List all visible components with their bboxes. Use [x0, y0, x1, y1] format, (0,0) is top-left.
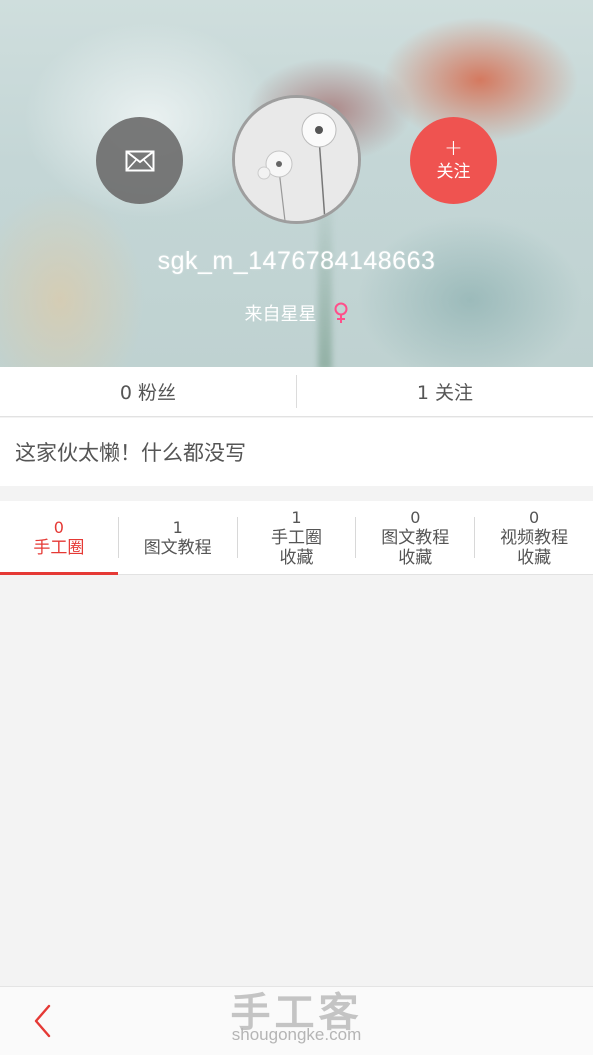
tab-label: 视频教程: [500, 527, 569, 548]
tab-handicraft-circle[interactable]: 0 手工圈: [0, 501, 118, 575]
location-text: 来自星星: [244, 304, 317, 325]
follow-button[interactable]: + 关注: [410, 117, 497, 204]
avatar[interactable]: [232, 95, 361, 224]
content-tabs: 0 手工圈 1 图文教程 1 手工圈 收藏 0 图文教程 收藏 0 视频教程 收…: [0, 501, 593, 575]
tab-label: 手工圈: [270, 527, 322, 548]
bottom-bar: 手工客 shougongke.com: [0, 986, 593, 1055]
tab-label-line2: 收藏: [279, 547, 314, 568]
tab-count: 0: [410, 507, 421, 527]
tab-video-tutorial-favorites[interactable]: 0 视频教程 收藏: [475, 501, 593, 574]
profile-header: + 关注 sgk_m_1476784148663 来自星星: [0, 0, 593, 367]
dandelion-avatar-image: [235, 98, 358, 221]
tab-label: 手工圈: [33, 537, 85, 558]
female-icon: [334, 302, 347, 323]
following-count[interactable]: 1 关注: [297, 367, 593, 416]
fans-count[interactable]: 0 粉丝: [0, 367, 296, 416]
tab-count: 0: [528, 507, 540, 527]
watermark-domain: shougongke.com: [231, 1025, 362, 1044]
plus-icon: +: [444, 135, 463, 161]
location-row: 来自星星: [0, 300, 593, 326]
tab-label-line2: 收藏: [398, 547, 433, 568]
username: sgk_m_1476784148663: [157, 247, 436, 275]
tab-count: 1: [291, 507, 302, 527]
tab-count: 0: [53, 517, 64, 537]
message-button[interactable]: [96, 117, 183, 204]
tab-handicraft-circle-favorites[interactable]: 1 手工圈 收藏: [238, 501, 356, 574]
tab-label-line2: 收藏: [517, 547, 552, 568]
envelope-icon: [125, 150, 154, 171]
tab-graphic-tutorial-favorites[interactable]: 0 图文教程 收藏: [356, 501, 474, 574]
bio-text: 这家伙太懒！什么都没写: [0, 418, 593, 486]
tab-count: 1: [172, 517, 183, 537]
stats-bar: 0 粉丝 1 关注: [0, 367, 593, 417]
tab-label: 图文教程: [143, 537, 212, 558]
tab-label: 图文教程: [381, 527, 450, 548]
follow-label: 关注: [436, 161, 471, 182]
tab-graphic-tutorials[interactable]: 1 图文教程: [119, 501, 237, 574]
